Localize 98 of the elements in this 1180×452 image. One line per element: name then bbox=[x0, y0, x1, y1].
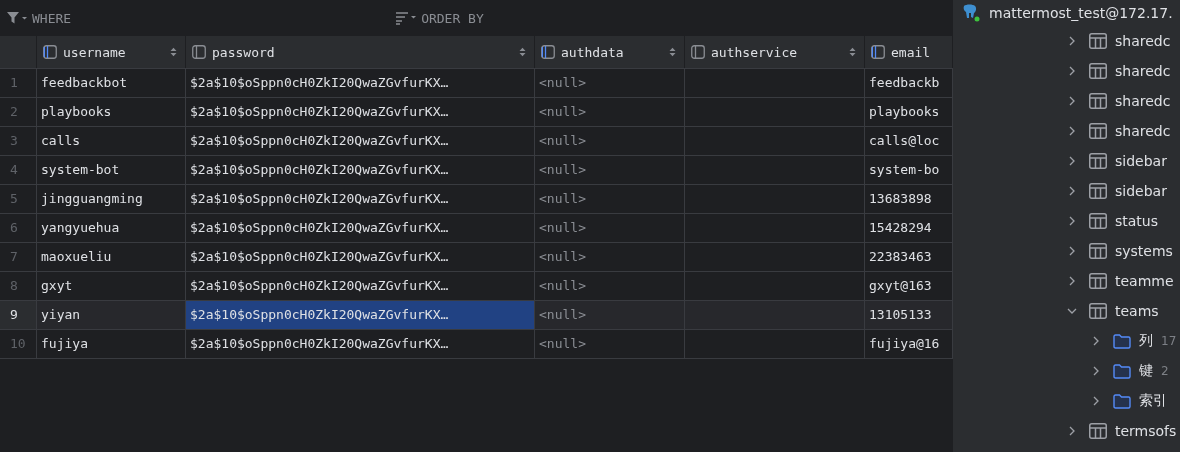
table-icon bbox=[1089, 153, 1107, 169]
tree-item[interactable]: termsofs bbox=[1115, 423, 1177, 439]
table-cell: playbooks bbox=[37, 98, 186, 126]
table-cell: fujiya bbox=[37, 330, 186, 358]
row-number: 10 bbox=[0, 330, 37, 358]
row-number: 9 bbox=[0, 301, 37, 329]
folder-icon bbox=[1113, 363, 1131, 379]
column-header[interactable]: username bbox=[37, 36, 186, 68]
row-number: 1 bbox=[0, 69, 37, 97]
tree-item[interactable]: sidebar bbox=[1115, 153, 1167, 169]
row-number: 6 bbox=[0, 214, 37, 242]
order-by-label[interactable]: ORDER BY bbox=[421, 10, 484, 26]
chevron-right-icon[interactable] bbox=[1091, 336, 1101, 346]
tree-item[interactable]: 索引 bbox=[1139, 392, 1167, 410]
table-cell: gxyt bbox=[37, 272, 186, 300]
table-icon bbox=[1089, 423, 1107, 439]
table-cell: $2a$10$oSppn0cH0ZkI20QwaZGvfurKX… bbox=[186, 156, 535, 184]
chevron-down-icon[interactable] bbox=[1067, 306, 1077, 316]
table-icon bbox=[1089, 93, 1107, 109]
table-cell: <null> bbox=[535, 156, 685, 184]
tree-item[interactable]: status bbox=[1115, 213, 1159, 229]
table-cell: <null> bbox=[535, 301, 685, 329]
table-cell: $2a$10$oSppn0cH0ZkI20QwaZGvfurKX… bbox=[186, 243, 535, 271]
where-label[interactable]: WHERE bbox=[32, 10, 72, 26]
table-icon bbox=[1089, 123, 1107, 139]
column-header[interactable]: authdata bbox=[535, 36, 685, 68]
chevron-right-icon[interactable] bbox=[1067, 66, 1077, 76]
table-cell: yiyan bbox=[37, 301, 186, 329]
chevron-right-icon[interactable] bbox=[1067, 276, 1077, 286]
table-icon bbox=[1089, 33, 1107, 49]
chevron-right-icon[interactable] bbox=[1067, 126, 1077, 136]
row-number: 5 bbox=[0, 185, 37, 213]
table-cell: jingguangming bbox=[37, 185, 186, 213]
sort-icon[interactable] bbox=[170, 47, 177, 57]
table-cell: system-bot bbox=[37, 156, 186, 184]
table-cell: $2a$10$oSppn0cH0ZkI20QwaZGvfurKX… bbox=[186, 98, 535, 126]
table-cell: 13105133 bbox=[865, 301, 953, 329]
row-number: 8 bbox=[0, 272, 37, 300]
sort-icon[interactable] bbox=[519, 47, 526, 57]
item-count: 17 bbox=[1161, 334, 1177, 348]
column-header[interactable]: password bbox=[186, 36, 535, 68]
tree-item[interactable]: systems bbox=[1115, 243, 1173, 259]
table-cell: $2a$10$oSppn0cH0ZkI20QwaZGvfurKX… bbox=[186, 330, 535, 358]
table-cell: <null> bbox=[535, 185, 685, 213]
table-cell: <null> bbox=[535, 243, 685, 271]
table-cell: $2a$10$oSppn0cH0ZkI20QwaZGvfurKX… bbox=[186, 127, 535, 155]
table-cell: yangyuehua bbox=[37, 214, 186, 242]
chevron-right-icon[interactable] bbox=[1067, 246, 1077, 256]
chevron-right-icon[interactable] bbox=[1067, 426, 1077, 436]
table-icon bbox=[1089, 273, 1107, 289]
table-cell: maoxueliu bbox=[37, 243, 186, 271]
row-number: 4 bbox=[0, 156, 37, 184]
tree-item[interactable]: sharedc bbox=[1115, 123, 1171, 139]
chevron-right-icon[interactable] bbox=[1091, 366, 1101, 376]
chevron-right-icon[interactable] bbox=[1067, 186, 1077, 196]
chevron-right-icon[interactable] bbox=[1091, 396, 1101, 406]
table-icon bbox=[1089, 63, 1107, 79]
tree-item[interactable]: teams bbox=[1115, 303, 1159, 319]
table-cell: <null> bbox=[535, 330, 685, 358]
table-cell: $2a$10$oSppn0cH0ZkI20QwaZGvfurKX… bbox=[186, 301, 535, 329]
table-cell: calls bbox=[37, 127, 186, 155]
table-icon bbox=[1089, 183, 1107, 199]
table-cell: <null> bbox=[535, 272, 685, 300]
item-count: 2 bbox=[1161, 364, 1169, 378]
tree-item[interactable]: sharedc bbox=[1115, 63, 1171, 79]
table-icon bbox=[1089, 303, 1107, 319]
chevron-right-icon[interactable] bbox=[1067, 96, 1077, 106]
tree-item[interactable]: teamme bbox=[1115, 273, 1174, 289]
tree-item[interactable]: sharedc bbox=[1115, 33, 1171, 49]
column-header[interactable]: authservice bbox=[685, 36, 865, 68]
folder-icon bbox=[1113, 333, 1131, 349]
tree-item[interactable]: 列 bbox=[1139, 332, 1153, 350]
tree-item[interactable]: 键 bbox=[1139, 362, 1153, 380]
connection-label[interactable]: mattermost_test@172.17. bbox=[989, 5, 1173, 21]
filter-icon[interactable] bbox=[6, 11, 28, 25]
row-number: 7 bbox=[0, 243, 37, 271]
table-cell: feedbackbot bbox=[37, 69, 186, 97]
sort-lines-icon[interactable] bbox=[395, 11, 418, 25]
table-cell: <null> bbox=[535, 127, 685, 155]
sort-icon[interactable] bbox=[849, 47, 856, 57]
folder-icon bbox=[1113, 393, 1131, 409]
table-cell: <null> bbox=[535, 69, 685, 97]
table-cell: <null> bbox=[535, 98, 685, 126]
table-icon bbox=[1089, 243, 1107, 259]
tree-item[interactable]: sharedc bbox=[1115, 93, 1171, 109]
table-cell: $2a$10$oSppn0cH0ZkI20QwaZGvfurKX… bbox=[186, 214, 535, 242]
table-cell: $2a$10$oSppn0cH0ZkI20QwaZGvfurKX… bbox=[186, 272, 535, 300]
table-cell: <null> bbox=[535, 214, 685, 242]
row-number: 2 bbox=[0, 98, 37, 126]
row-number: 3 bbox=[0, 127, 37, 155]
table-cell: $2a$10$oSppn0cH0ZkI20QwaZGvfurKX… bbox=[186, 69, 535, 97]
chevron-right-icon[interactable] bbox=[1067, 36, 1077, 46]
chevron-right-icon[interactable] bbox=[1067, 216, 1077, 226]
chevron-right-icon[interactable] bbox=[1067, 156, 1077, 166]
table-cell: $2a$10$oSppn0cH0ZkI20QwaZGvfurKX… bbox=[186, 185, 535, 213]
tree-item[interactable]: sidebar bbox=[1115, 183, 1167, 199]
table-icon bbox=[1089, 213, 1107, 229]
sort-icon[interactable] bbox=[669, 47, 676, 57]
